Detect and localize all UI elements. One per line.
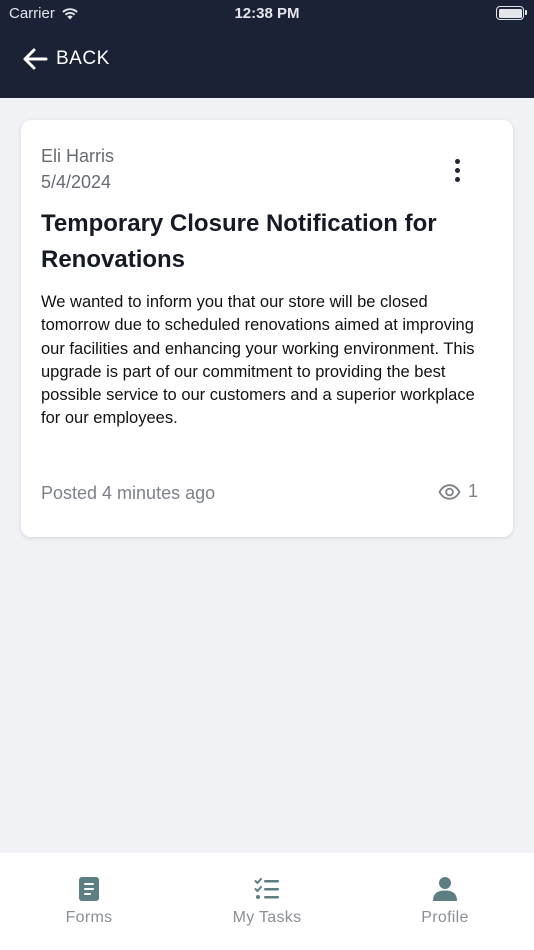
view-count: 1 <box>438 481 478 502</box>
post-title: Temporary Closure Notification for Renov… <box>41 210 437 273</box>
status-bar: Carrier 12:38 PM <box>0 0 534 28</box>
tab-my-tasks-label: My Tasks <box>232 909 302 926</box>
post-date: 5/4/2024 <box>41 172 112 192</box>
tab-my-tasks[interactable]: My Tasks <box>178 853 356 950</box>
top-navigation-bar: Carrier 12:38 PM BACK <box>0 0 534 98</box>
back-button[interactable]: BACK <box>22 48 110 70</box>
back-label: BACK <box>56 48 110 69</box>
post-author: Eli Harris <box>41 146 115 166</box>
arrow-left-icon <box>23 48 48 70</box>
tab-forms[interactable]: Forms <box>0 853 178 950</box>
bottom-tab-bar: Forms My Tasks Profile <box>0 853 534 950</box>
document-icon <box>79 877 99 901</box>
tab-forms-label: Forms <box>65 909 113 926</box>
person-icon <box>433 877 457 901</box>
eye-icon <box>438 483 461 500</box>
post-body: We wanted to inform you that our store w… <box>41 293 475 428</box>
posted-time: Posted 4 minutes ago <box>41 483 216 503</box>
tab-profile[interactable]: Profile <box>356 853 534 950</box>
post-card: Eli Harris 5/4/2024 Temporary Closure No… <box>21 120 513 537</box>
view-count-value: 1 <box>468 481 479 501</box>
checklist-icon <box>254 878 279 899</box>
status-time: 12:38 PM <box>234 5 300 22</box>
battery-icon <box>496 6 527 20</box>
more-options-icon[interactable] <box>445 158 469 182</box>
tab-profile-label: Profile <box>421 909 469 926</box>
